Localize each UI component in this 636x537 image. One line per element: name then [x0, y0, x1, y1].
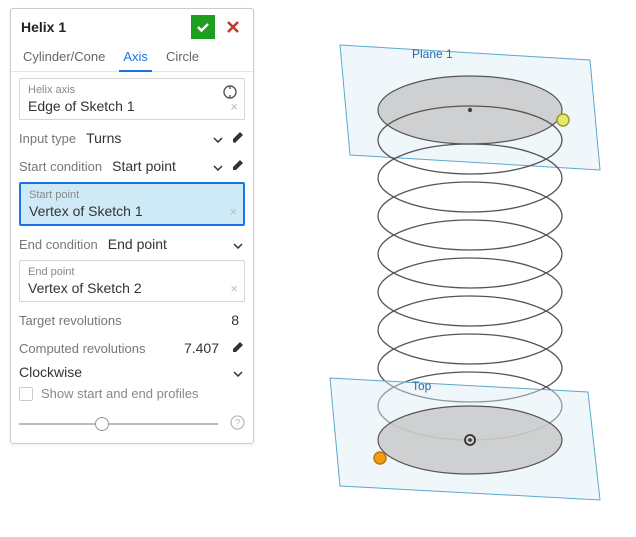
computed-revolutions-row: Computed revolutions 7.407	[19, 336, 245, 360]
end-condition-row: End condition End point	[19, 232, 245, 256]
end-point-field[interactable]: End point Vertex of Sketch 2 ×	[19, 260, 245, 302]
end-vertex-marker[interactable]	[557, 114, 569, 126]
input-type-dropdown[interactable]: Turns	[76, 130, 209, 146]
chevron-down-icon[interactable]	[233, 237, 243, 252]
helix-axis-label: Helix axis	[28, 83, 238, 97]
target-revolutions-row: Target revolutions 8	[19, 308, 245, 332]
input-type-row: Input type Turns	[19, 126, 245, 150]
computed-revolutions-label: Computed revolutions	[19, 341, 145, 356]
show-profiles-checkbox[interactable]	[19, 387, 33, 401]
plane-bottom-label: Top	[412, 379, 432, 393]
check-icon	[195, 19, 211, 35]
edit-icon[interactable]	[231, 158, 245, 175]
tab-cylinder-cone[interactable]: Cylinder/Cone	[19, 43, 109, 71]
panel-body: Helix axis Edge of Sketch 1 × Input type…	[11, 72, 253, 443]
accept-button[interactable]	[191, 15, 215, 39]
start-point-value: Vertex of Sketch 1	[29, 202, 237, 220]
edit-icon[interactable]	[231, 130, 245, 147]
show-profiles-label: Show start and end profiles	[41, 386, 199, 401]
start-condition-dropdown[interactable]: Start point	[102, 158, 209, 174]
end-condition-dropdown[interactable]: End point	[98, 236, 229, 252]
start-point-label: Start point	[29, 188, 237, 202]
helix-axis-field[interactable]: Helix axis Edge of Sketch 1 ×	[19, 78, 245, 120]
clear-start-point-button[interactable]: ×	[229, 204, 237, 219]
slider-thumb[interactable]	[95, 417, 109, 431]
tab-circle[interactable]: Circle	[162, 43, 203, 71]
3d-viewport[interactable]: Plane 1 Top	[280, 0, 636, 537]
end-condition-label: End condition	[19, 237, 98, 252]
start-condition-row: Start condition Start point	[19, 154, 245, 178]
target-revolutions-label: Target revolutions	[19, 313, 122, 328]
edit-icon[interactable]	[231, 340, 245, 357]
mate-connector-icon[interactable]	[222, 84, 238, 103]
computed-revolutions-value: 7.407	[145, 340, 225, 356]
chevron-down-icon[interactable]	[213, 131, 223, 146]
opacity-slider-row: ?	[19, 411, 245, 435]
plane-top-label: Plane 1	[412, 47, 453, 61]
end-point-label: End point	[28, 265, 238, 279]
svg-text:?: ?	[235, 418, 241, 429]
input-type-label: Input type	[19, 131, 76, 146]
direction-dropdown[interactable]: Clockwise	[19, 364, 229, 380]
helix-top-face	[378, 76, 562, 144]
direction-row: Clockwise	[19, 364, 245, 380]
helix-bottom-face	[378, 406, 562, 474]
opacity-slider[interactable]	[19, 423, 218, 425]
helix-properties-panel: Helix 1 Cylinder/Cone Axis Circle Helix …	[10, 8, 254, 444]
start-vertex-marker[interactable]	[374, 452, 386, 464]
help-icon[interactable]: ?	[230, 415, 245, 433]
panel-header: Helix 1	[11, 9, 253, 43]
clear-end-point-button[interactable]: ×	[230, 281, 238, 296]
chevron-down-icon[interactable]	[233, 365, 243, 380]
end-point-value: Vertex of Sketch 2	[28, 279, 238, 297]
start-condition-label: Start condition	[19, 159, 102, 174]
tab-bar: Cylinder/Cone Axis Circle	[11, 43, 253, 72]
panel-title: Helix 1	[21, 19, 191, 35]
target-revolutions-value[interactable]: 8	[122, 312, 245, 328]
start-point-field[interactable]: Start point Vertex of Sketch 1 ×	[19, 182, 245, 226]
chevron-down-icon[interactable]	[213, 159, 223, 174]
tab-axis[interactable]: Axis	[119, 43, 152, 71]
cancel-button[interactable]	[221, 15, 245, 39]
show-profiles-row[interactable]: Show start and end profiles	[19, 386, 245, 401]
helix-axis-value: Edge of Sketch 1	[28, 97, 238, 115]
close-icon	[225, 19, 241, 35]
